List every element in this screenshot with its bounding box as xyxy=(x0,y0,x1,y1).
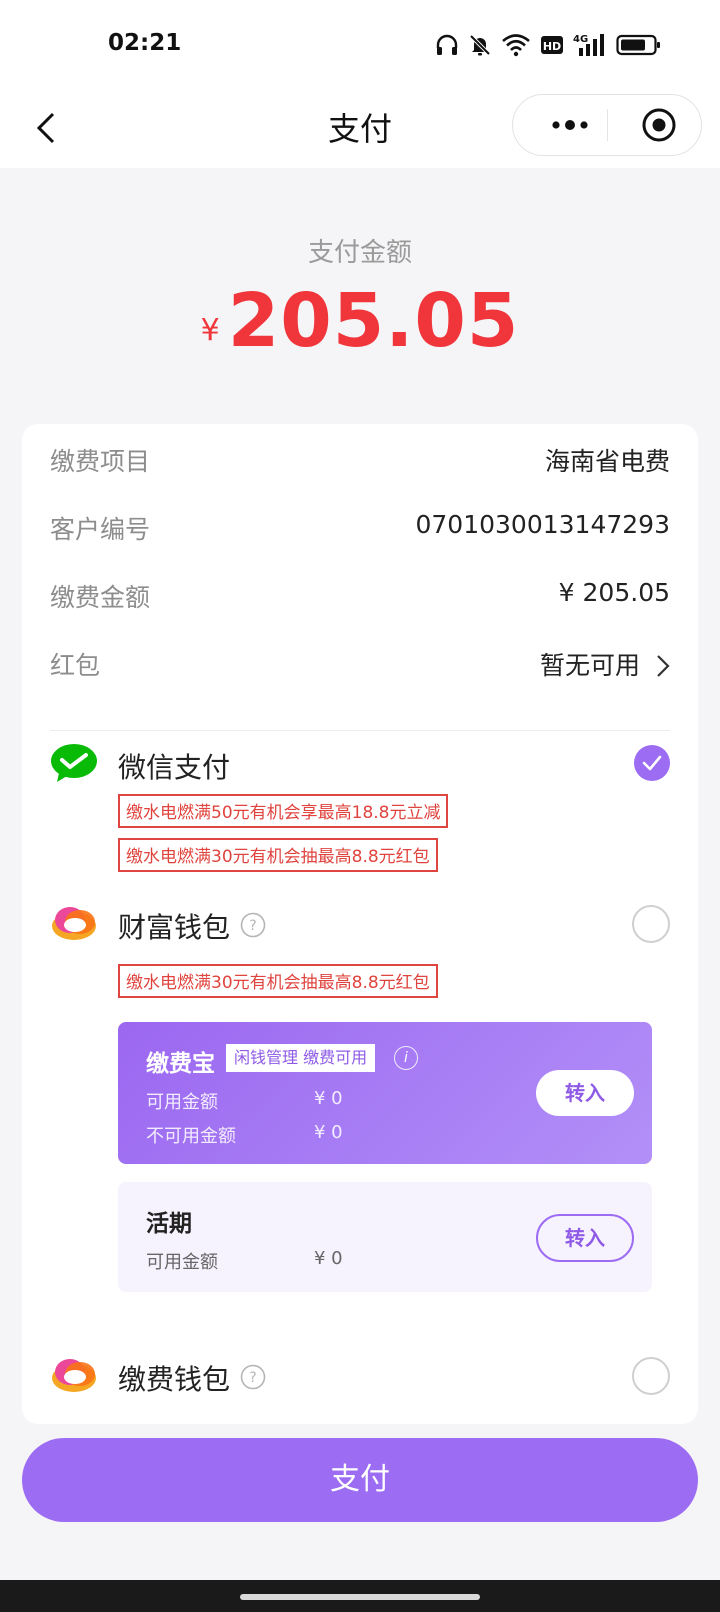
huoqi-transfer-button[interactable]: 转入 xyxy=(536,1214,634,1262)
divider xyxy=(50,730,670,731)
detail-value: 0701030013147293 xyxy=(415,510,671,539)
promo-badge: 缴水电燃满30元有机会抽最高8.8元红包 xyxy=(118,838,438,872)
detail-value: 海南省电费 xyxy=(544,447,670,476)
svg-text:HD: HD xyxy=(543,40,561,53)
pay-button[interactable]: 支付 xyxy=(22,1438,698,1522)
home-indicator[interactable] xyxy=(240,1594,480,1600)
mini-program-capsule xyxy=(512,94,702,156)
amount-display: ¥205.05 xyxy=(0,284,720,358)
svg-text:4G: 4G xyxy=(573,34,588,45)
wealth-wallet-radio[interactable] xyxy=(632,905,670,943)
detail-row-red-packet[interactable]: 红包 暂无可用 xyxy=(50,646,670,686)
detail-label: 缴费金额 xyxy=(50,583,151,612)
mute-bell-icon xyxy=(469,34,491,56)
status-icons: HD 4G xyxy=(435,30,662,60)
wechat-pay-radio[interactable] xyxy=(634,745,670,781)
fee-wallet-radio[interactable] xyxy=(632,1357,670,1395)
hd-icon: HD xyxy=(541,36,563,54)
close-mini-program-button[interactable] xyxy=(631,95,687,155)
fee-wallet-label: 缴费钱包 xyxy=(118,1363,231,1396)
more-button[interactable] xyxy=(533,95,607,155)
wifi-icon xyxy=(502,34,530,57)
available-value: ¥ 0 xyxy=(314,1088,343,1109)
jiaofeibao-tag: 闲钱管理 缴费可用 xyxy=(226,1044,376,1072)
wealth-wallet-option[interactable]: 财富钱包 ? xyxy=(50,900,670,950)
available-label: 可用金额 xyxy=(146,1092,218,1113)
help-icon[interactable]: ? xyxy=(240,912,266,938)
available-label: 可用金额 xyxy=(146,1252,218,1273)
wechat-pay-option[interactable]: 微信支付 xyxy=(50,740,670,790)
detail-row-item: 缴费项目 海南省电费 xyxy=(50,442,670,482)
promo-badge: 缴水电燃满30元有机会抽最高8.8元红包 xyxy=(118,964,438,998)
detail-label: 红包 xyxy=(50,651,101,680)
detail-row-amount: 缴费金额 ¥ 205.05 xyxy=(50,578,670,618)
wealth-wallet-label: 财富钱包 xyxy=(118,911,231,944)
svg-text:?: ? xyxy=(249,1370,256,1386)
chevron-right-icon xyxy=(657,655,670,677)
nav-bar: 支付 xyxy=(0,90,720,168)
detail-value: ¥ 205.05 xyxy=(558,578,670,607)
unavailable-value: ¥ 0 xyxy=(314,1122,343,1143)
jiaofeibao-transfer-button[interactable]: 转入 xyxy=(536,1070,634,1116)
huoqi-card: 活期 可用金额 ¥ 0 转入 xyxy=(118,1182,652,1292)
battery-icon xyxy=(616,34,660,56)
huoqi-title: 活期 xyxy=(146,1211,192,1237)
jiaofeibao-card: 缴费宝 闲钱管理 缴费可用 i 可用金额 ¥ 0 不可用金额 ¥ 0 转入 xyxy=(118,1022,652,1164)
checkmark-icon xyxy=(642,755,662,771)
currency-symbol: ¥ xyxy=(200,313,220,348)
more-dots-icon xyxy=(552,120,588,130)
detail-label: 缴费项目 xyxy=(50,447,151,476)
help-icon[interactable]: ? xyxy=(240,1364,266,1390)
capsule-divider xyxy=(607,109,608,141)
unavailable-label: 不可用金额 xyxy=(146,1126,236,1147)
fee-wallet-option[interactable]: 缴费钱包 ? xyxy=(50,1352,670,1402)
wechat-pay-icon xyxy=(51,744,97,782)
available-value: ¥ 0 xyxy=(314,1248,343,1269)
fee-wallet-icon xyxy=(52,1359,96,1392)
wealth-wallet-icon xyxy=(52,907,96,940)
wechat-pay-label: 微信支付 xyxy=(118,751,231,784)
red-packet-value: 暂无可用 xyxy=(539,651,640,680)
payment-card: 缴费项目 海南省电费 客户编号 0701030013147293 缴费金额 ¥ … xyxy=(22,424,698,1424)
headphones-icon xyxy=(436,34,458,55)
status-time: 02:21 xyxy=(108,30,182,56)
amount-value: 205.05 xyxy=(227,278,520,364)
target-close-icon xyxy=(642,108,676,142)
system-nav-area xyxy=(0,1580,720,1612)
amount-label: 支付金额 xyxy=(307,238,412,268)
signal-4g-icon: 4G xyxy=(573,34,604,56)
promo-badge: 缴水电燃满50元有机会享最高18.8元立减 xyxy=(118,794,449,828)
info-icon[interactable]: i xyxy=(394,1046,418,1070)
jiaofeibao-title: 缴费宝 xyxy=(146,1051,215,1077)
detail-row-customer-id: 客户编号 0701030013147293 xyxy=(50,510,670,550)
svg-text:?: ? xyxy=(249,918,256,934)
detail-label: 客户编号 xyxy=(50,515,151,544)
status-bar: 02:21 HD 4G xyxy=(0,0,720,90)
